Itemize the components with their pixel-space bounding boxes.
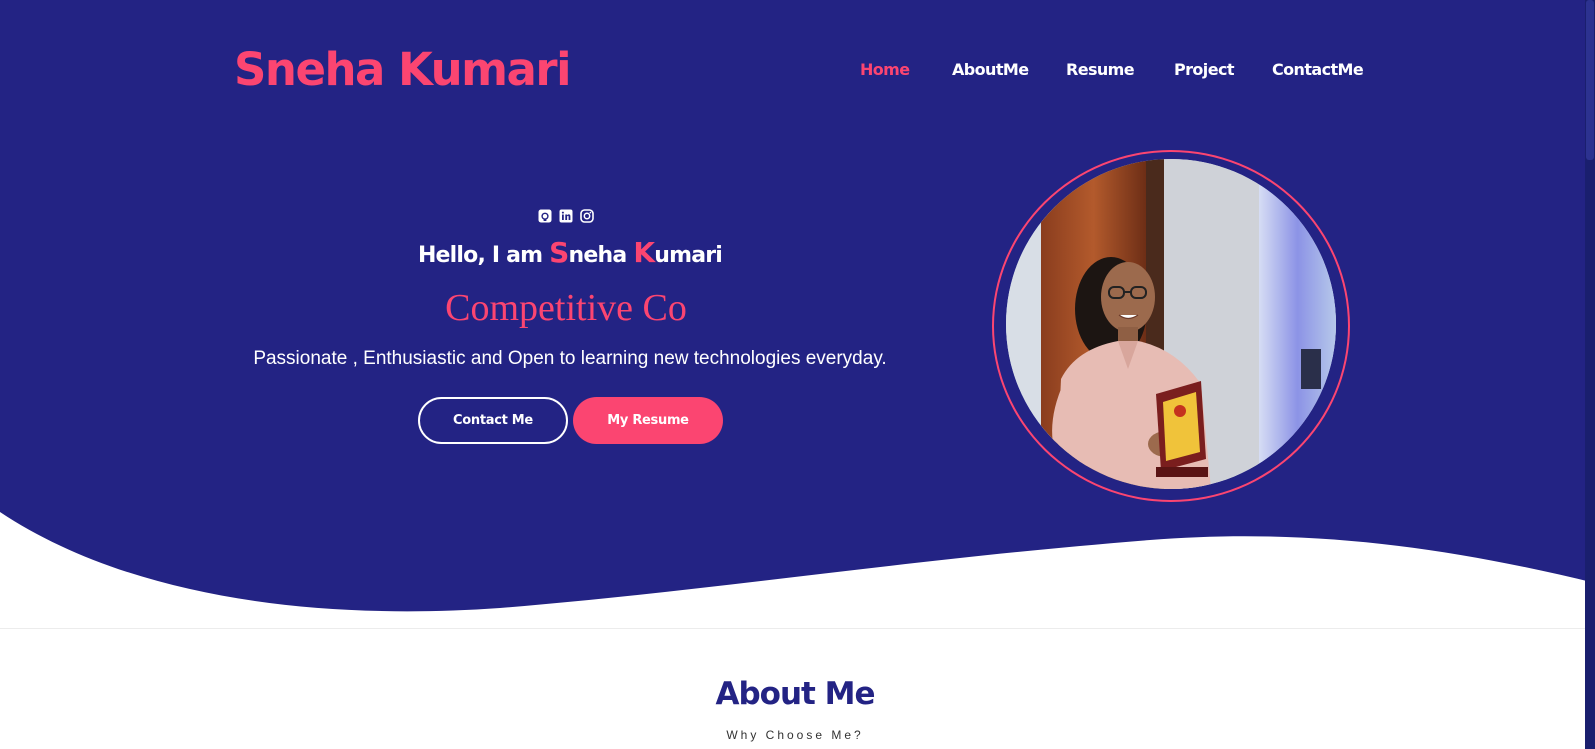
scrollbar[interactable] [1585,0,1595,749]
typed-role-text: Competitive Co [445,287,687,329]
hero-greeting: Hello, I am Sneha Kumari [0,236,1140,269]
nav-item-contactme[interactable]: ContactMe [1272,58,1364,82]
first-name-rest: neha [568,243,634,268]
social-links [538,209,594,223]
about-section-subtitle: Why Choose Me? [726,728,864,742]
last-name-initial: K [633,236,655,269]
profile-photo [1006,159,1336,489]
nav-item-home[interactable]: Home [860,58,910,82]
my-resume-button[interactable]: My Resume [573,397,723,444]
hero-tagline: Passionate , Enthusiastic and Open to le… [253,348,887,369]
contact-me-button[interactable]: Contact Me [418,397,568,444]
greeting-prefix: Hello, I am [417,243,550,268]
brand-logo[interactable]: Sneha Kumari [234,40,572,100]
about-section-title: About Me [715,676,875,712]
github-icon[interactable] [538,209,552,223]
instagram-icon[interactable] [580,209,594,223]
linkedin-icon[interactable] [559,209,573,223]
nav-item-resume[interactable]: Resume [1066,58,1135,82]
scrollbar-thumb[interactable] [1586,0,1594,160]
nav-item-aboutme[interactable]: AboutMe [952,58,1029,82]
first-name-initial: S [549,236,569,269]
last-name-rest: umari [654,243,723,268]
portfolio-page: Sneha Kumari Home AboutMe Resume Project… [0,0,1595,749]
section-divider [0,628,1595,629]
nav-item-project[interactable]: Project [1174,58,1234,82]
